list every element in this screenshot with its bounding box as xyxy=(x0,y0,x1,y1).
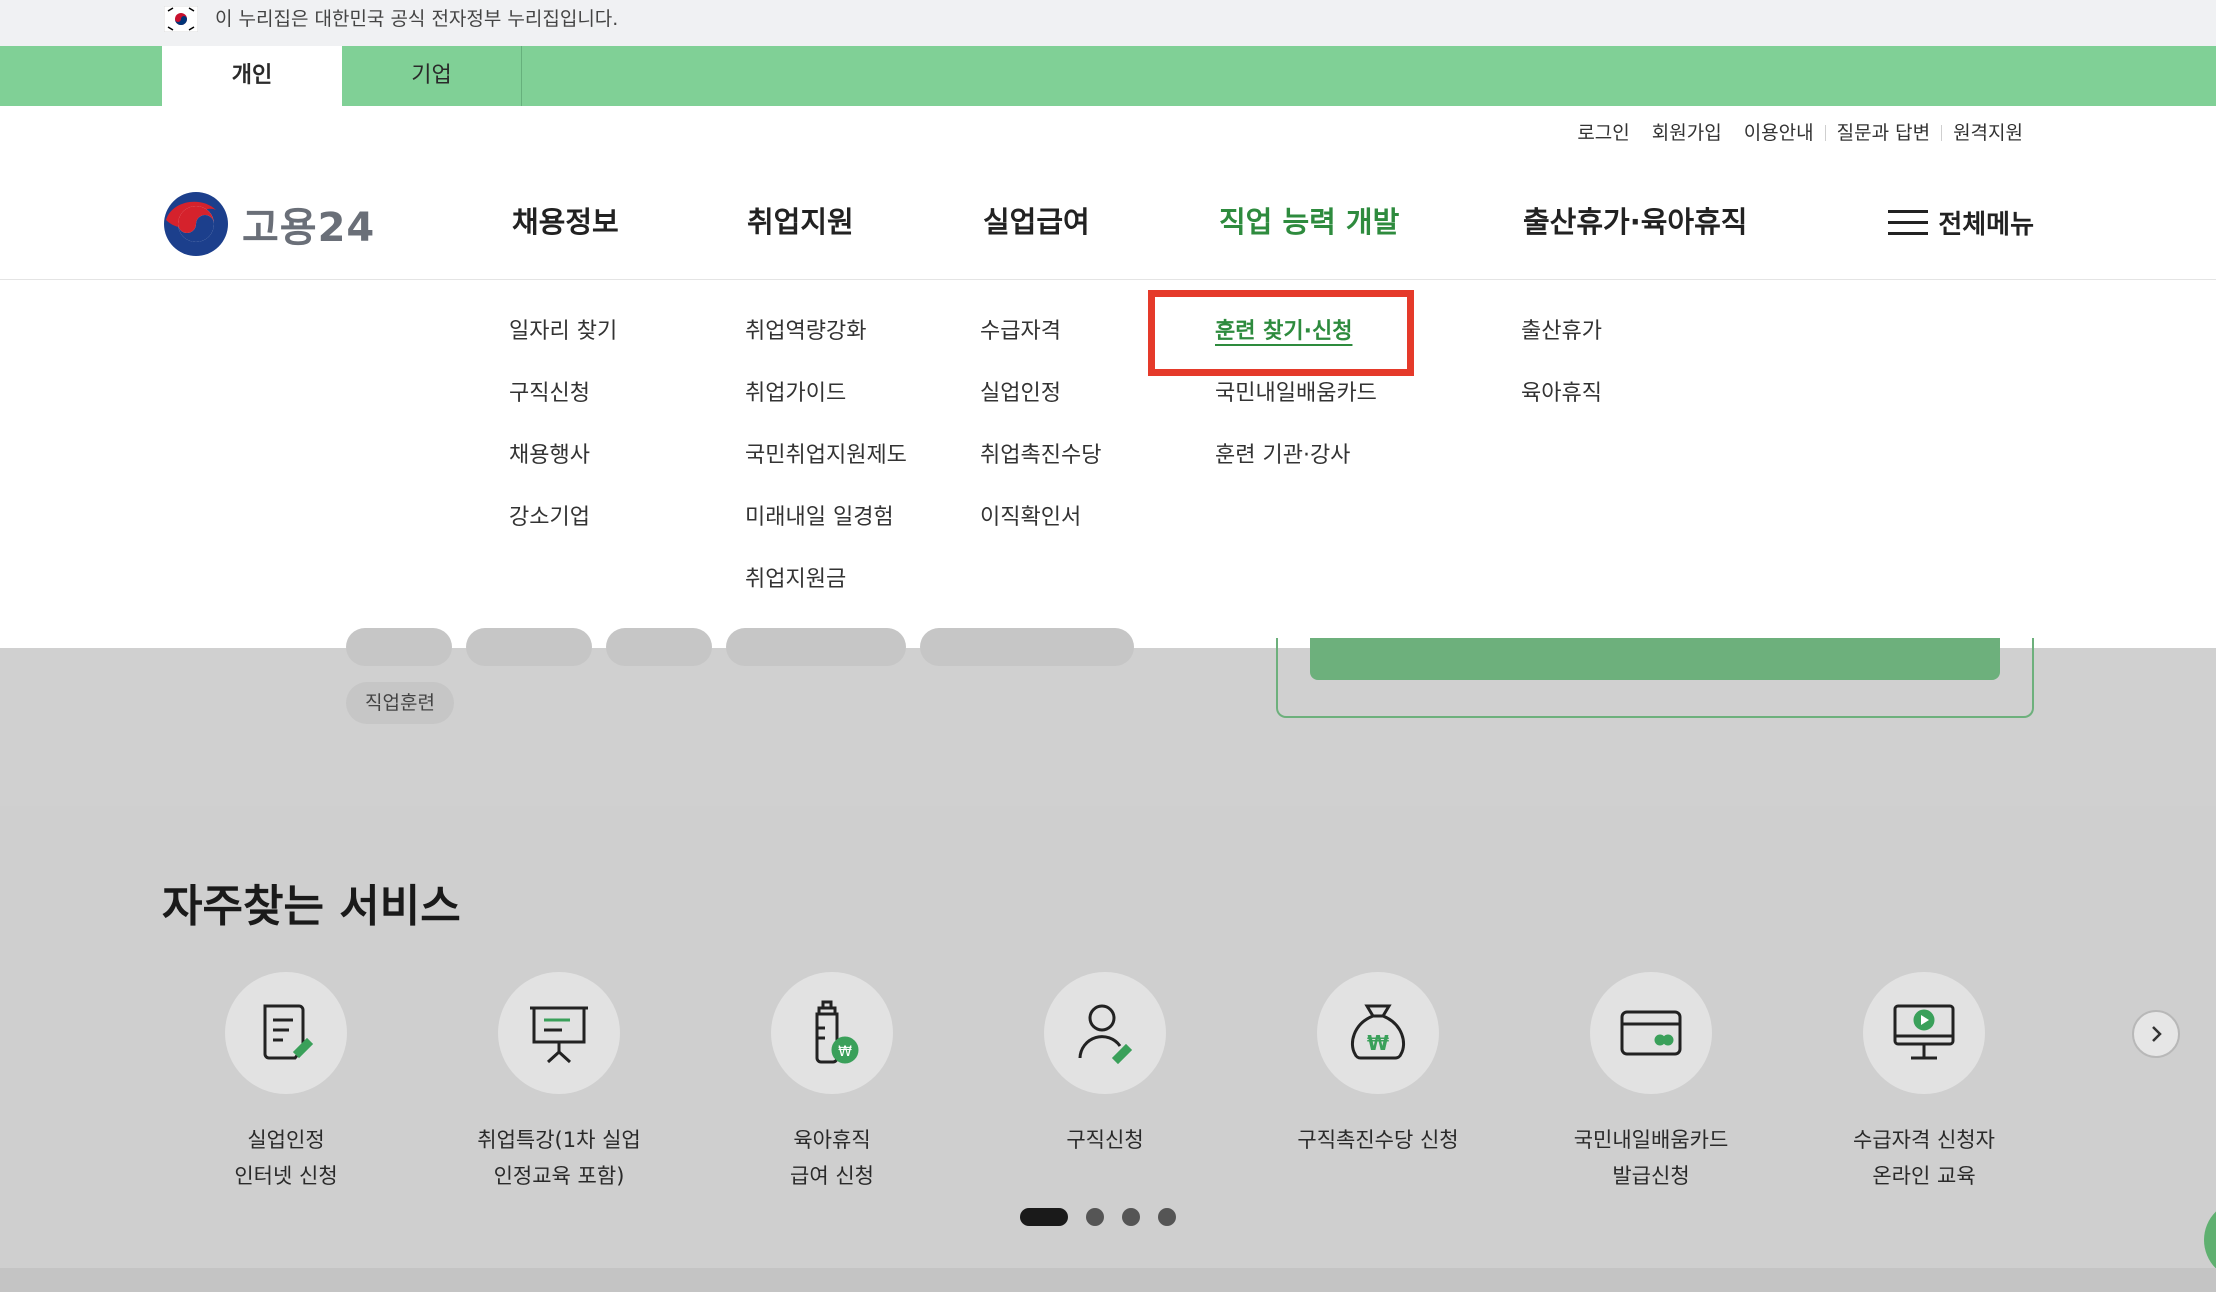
service-label: 취업특강(1차 실업 인정교육 포함) xyxy=(477,1128,641,1188)
service-icon-circle xyxy=(1590,972,1712,1094)
carousel-dot[interactable] xyxy=(1122,1208,1140,1226)
svg-text:₩: ₩ xyxy=(1367,1031,1389,1055)
service-icon-circle xyxy=(498,972,620,1094)
service-unemployment-recognition[interactable]: 실업인정 인터넷 신청 xyxy=(166,972,406,1194)
keyword-pill-vocational-training[interactable]: 직업훈련 xyxy=(346,682,454,724)
utility-links: 로그인 회원가입 이용안내 질문과 답변 원격지원 xyxy=(1566,120,2034,146)
highlight-box xyxy=(1148,290,1414,376)
submenu-item[interactable]: 취업역량강화 xyxy=(745,316,907,378)
all-menu-label: 전체메뉴 xyxy=(1938,210,2034,240)
page-content-dimmed: 직업훈련 xyxy=(0,628,2216,806)
svg-text:₩: ₩ xyxy=(838,1044,852,1060)
login-box xyxy=(1276,638,2034,718)
carousel-pagination xyxy=(1020,1208,1194,1226)
hamburger-icon xyxy=(1888,209,1929,235)
remote-support-link[interactable]: 원격지원 xyxy=(1942,120,2034,146)
submenu-item[interactable]: 국민취업지원제도 xyxy=(745,440,907,502)
submenu-item[interactable]: 채용행사 xyxy=(509,440,617,502)
taegeuk-logo-icon xyxy=(164,192,228,256)
service-job-application[interactable]: 구직신청 xyxy=(985,972,1225,1158)
carousel-dot[interactable] xyxy=(1086,1208,1104,1226)
gnb-maternity-parental-leave[interactable]: 출산휴가·육아휴직 xyxy=(1523,202,1747,242)
service-icon-circle xyxy=(1044,972,1166,1094)
logo-text: 고용24 xyxy=(242,205,376,251)
submenu-item[interactable]: 취업촉진수당 xyxy=(980,440,1101,502)
money-bag-won-icon: ₩ xyxy=(1350,1004,1406,1060)
service-icon-circle xyxy=(1863,972,1985,1094)
service-label: 실업인정 인터넷 신청 xyxy=(234,1128,338,1188)
submenu-unemployment-benefit: 수급자격 실업인정 취업촉진수당 이직확인서 xyxy=(980,316,1101,564)
service-parental-leave-benefit[interactable]: ₩ 육아휴직 급여 신청 xyxy=(712,972,952,1194)
keyword-pill[interactable] xyxy=(466,628,592,666)
service-learning-card[interactable]: 국민내일배움카드 발급신청 xyxy=(1531,972,1771,1194)
mega-menu-dropdown: 일자리 찾기 구직신청 채용행사 강소기업 취업역량강화 취업가이드 국민취업지… xyxy=(0,280,2216,648)
chevron-right-icon xyxy=(2152,1026,2162,1042)
service-label: 국민내일배움카드 발급신청 xyxy=(1573,1128,1729,1188)
service-label: 구직촉진수당 신청 xyxy=(1297,1128,1459,1152)
service-online-education[interactable]: 수급자격 신청자 온라인 교육 xyxy=(1804,972,2044,1194)
section-title: 자주찾는 서비스 xyxy=(162,881,461,932)
service-icon-circle: ₩ xyxy=(1317,972,1439,1094)
carousel-dot-active[interactable] xyxy=(1020,1208,1068,1226)
submenu-employment-support: 취업역량강화 취업가이드 국민취업지원제도 미래내일 일경험 취업지원금 xyxy=(745,316,907,626)
baby-bottle-won-icon: ₩ xyxy=(815,1000,859,1064)
keyword-pill[interactable] xyxy=(606,628,712,666)
carousel-next-button[interactable] xyxy=(2132,1010,2180,1058)
submenu-item[interactable]: 취업지원금 xyxy=(745,564,907,626)
guide-link[interactable]: 이용안내 xyxy=(1733,120,1825,146)
gnb-vocational-training[interactable]: 직업 능력 개발 xyxy=(1219,202,1399,242)
keyword-pill[interactable] xyxy=(920,628,1134,666)
user-type-tabbar: 개인 기업 xyxy=(0,46,2216,106)
signup-link[interactable]: 회원가입 xyxy=(1641,120,1733,146)
submenu-item[interactable]: 육아휴직 xyxy=(1521,378,1602,440)
presentation-board-icon xyxy=(530,1006,588,1064)
gnb-unemployment-benefit[interactable]: 실업급여 xyxy=(983,202,1090,242)
all-menu-button[interactable]: 전체메뉴 xyxy=(1888,204,2034,241)
service-label: 수급자격 신청자 온라인 교육 xyxy=(1853,1128,1995,1188)
submenu-item[interactable]: 미래내일 일경험 xyxy=(745,502,907,564)
next-section-edge xyxy=(0,1268,2216,1292)
service-label: 육아휴직 급여 신청 xyxy=(790,1128,874,1188)
login-link[interactable]: 로그인 xyxy=(1566,120,1640,146)
submenu-maternity-parental-leave: 출산휴가 육아휴직 xyxy=(1521,316,1602,440)
submenu-item[interactable]: 강소기업 xyxy=(509,502,617,564)
submenu-recruit-info: 일자리 찾기 구직신청 채용행사 강소기업 xyxy=(509,316,617,564)
submenu-item[interactable]: 수급자격 xyxy=(980,316,1101,378)
submenu-item[interactable]: 국민내일배움카드 xyxy=(1215,378,1377,440)
gov-banner: 이 누리집은 대한민국 공식 전자정부 누리집입니다. xyxy=(0,0,2216,46)
frequent-services-section: 자주찾는 서비스 실업인정 인터넷 신청 취업특강(1차 실업 인정교육 포함) xyxy=(0,806,2216,1268)
submenu-item[interactable]: 구직신청 xyxy=(509,378,617,440)
service-employment-lecture[interactable]: 취업특강(1차 실업 인정교육 포함) xyxy=(439,972,679,1194)
submenu-item[interactable]: 훈련 기관·강사 xyxy=(1215,440,1377,502)
submenu-item[interactable]: 일자리 찾기 xyxy=(509,316,617,378)
keyword-pill[interactable] xyxy=(726,628,906,666)
service-job-seeking-allowance[interactable]: ₩ 구직촉진수당 신청 xyxy=(1258,972,1498,1158)
submenu-item[interactable]: 실업인정 xyxy=(980,378,1101,440)
gnb-employment-support[interactable]: 취업지원 xyxy=(747,202,854,242)
login-button[interactable] xyxy=(1310,638,2000,680)
keyword-pill[interactable] xyxy=(346,628,452,666)
monitor-play-icon xyxy=(1893,1004,1955,1060)
document-pen-icon xyxy=(263,1004,314,1060)
card-icon xyxy=(1620,1010,1682,1056)
tab-personal[interactable]: 개인 xyxy=(162,46,342,106)
gov-banner-text: 이 누리집은 대한민국 공식 전자정부 누리집입니다. xyxy=(215,8,619,30)
submenu-item[interactable]: 취업가이드 xyxy=(745,378,907,440)
qna-link[interactable]: 질문과 답변 xyxy=(1826,120,1941,146)
korea-flag-icon xyxy=(164,6,198,32)
submenu-item[interactable]: 출산휴가 xyxy=(1521,316,1602,378)
service-icon-circle: ₩ xyxy=(771,972,893,1094)
tab-business[interactable]: 기업 xyxy=(342,46,522,106)
service-label: 구직신청 xyxy=(1066,1128,1144,1152)
site-header: 로그인 회원가입 이용안내 질문과 답변 원격지원 고용24 채용정보 취업지원… xyxy=(0,106,2216,280)
submenu-item[interactable]: 이직확인서 xyxy=(980,502,1101,564)
site-logo[interactable]: 고용24 xyxy=(162,190,375,258)
carousel-dot[interactable] xyxy=(1158,1208,1176,1226)
gnb-recruit-info[interactable]: 채용정보 xyxy=(512,202,619,242)
service-icon-circle xyxy=(225,972,347,1094)
person-pen-icon xyxy=(1078,1004,1133,1065)
